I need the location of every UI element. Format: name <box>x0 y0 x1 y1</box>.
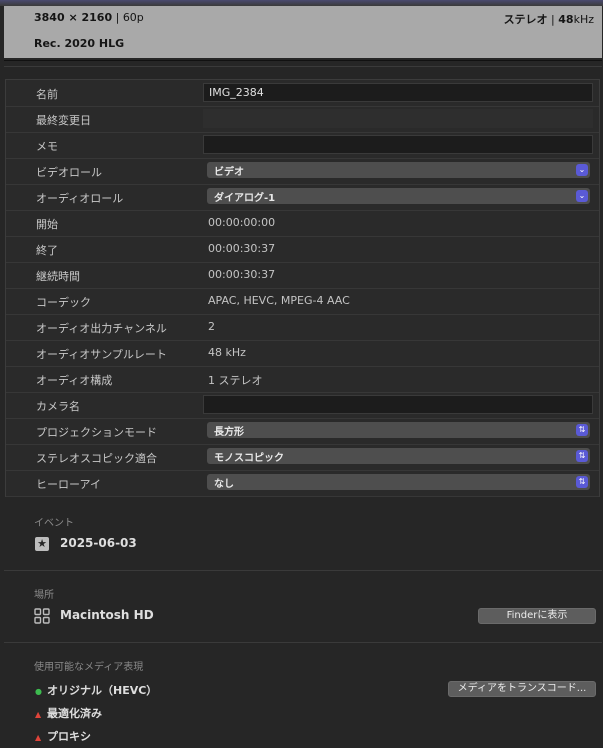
property-row: 最終変更日 <box>6 106 599 133</box>
sample-rate-unit: kHz <box>573 13 594 26</box>
property-value: 00:00:00:00 <box>208 216 276 229</box>
property-value: 48 kHz <box>208 346 246 359</box>
property-row: 開始 00:00:00:00 <box>6 210 599 237</box>
popup-chevron-icon: ⇅ <box>576 476 588 488</box>
sample-rate-number: 48 <box>558 13 574 26</box>
event-date: 2025-06-03 <box>60 536 137 550</box>
property-label: ステレオスコピック適合 <box>36 452 157 465</box>
property-label: ビデオロール <box>36 166 102 179</box>
color-space: Rec. 2020 HLG <box>34 37 125 50</box>
property-value: 00:00:30:37 <box>208 268 276 281</box>
property-text-field[interactable] <box>203 395 593 414</box>
properties-table: 名前 IMG_2384 最終変更日メモビデオロール ビデオ ⌄ オーディオロール ダイアログ… <box>5 79 600 497</box>
property-row: コーデック APAC, HEVC, MPEG-4 AAC <box>6 288 599 315</box>
popup-chevron-icon: ⌄ <box>576 190 588 202</box>
popup-chevron-icon: ⇅ <box>576 424 588 436</box>
frame-rate: 60p <box>122 11 144 24</box>
media-item: ▲ プロキシ <box>35 728 91 744</box>
property-popup-menu[interactable]: 長方形 ⇅ <box>207 422 590 438</box>
volume-name: Macintosh HD <box>60 608 154 622</box>
property-label: オーディオ構成 <box>36 374 113 387</box>
popup-value: モノスコピック <box>214 453 284 464</box>
property-row: オーディオ出力チャンネル 2 <box>6 314 599 341</box>
popup-value: ダイアログ-1 <box>214 193 276 204</box>
property-label: 終了 <box>36 244 58 257</box>
audio-readout: ステレオ | 48kHz <box>503 13 594 26</box>
property-label: オーディオサンプルレート <box>36 348 167 361</box>
property-row: ステレオスコピック適合 モノスコピック ⇅ <box>6 444 599 471</box>
popup-chevron-icon: ⇅ <box>576 450 588 462</box>
property-row: 名前 IMG_2384 <box>6 80 599 107</box>
property-label: オーディオ出力チャンネル <box>36 322 167 335</box>
property-value: APAC, HEVC, MPEG-4 AAC <box>208 294 350 307</box>
clip-summary-header: 3840 × 2160 | 60p ステレオ | 48kHz Rec. 2020… <box>4 6 602 58</box>
property-popup-menu[interactable]: モノスコピック ⇅ <box>207 448 590 464</box>
warning-triangle-icon: ▲ <box>35 733 42 742</box>
media-section-label: 使用可能なメディア表現 <box>34 662 144 673</box>
media-item-label: 最適化済み <box>47 707 102 720</box>
property-popup-menu[interactable]: ビデオ ⌄ <box>207 162 590 178</box>
property-row: オーディオ構成 1 ステレオ <box>6 366 599 393</box>
property-text-field <box>203 109 593 128</box>
popup-value: 長方形 <box>214 427 244 438</box>
section-divider <box>4 642 602 643</box>
event-section-label: イベント <box>34 518 74 529</box>
property-value: 1 ステレオ <box>208 374 263 387</box>
property-label: コーデック <box>36 296 91 309</box>
property-row: カメラ名 <box>6 392 599 419</box>
media-item: ▲ 最適化済み <box>35 705 102 721</box>
divider <box>4 60 602 61</box>
popup-value: なし <box>214 479 234 490</box>
property-value: 00:00:30:37 <box>208 242 276 255</box>
property-label: プロジェクションモード <box>36 426 157 439</box>
popup-chevron-icon: ⌄ <box>576 164 588 176</box>
audio-channels: ステレオ <box>503 13 548 26</box>
property-row: メモ <box>6 132 599 159</box>
property-label: 継続時間 <box>36 270 80 283</box>
property-label: オーディオロール <box>36 192 124 205</box>
warning-triangle-icon: ▲ <box>35 710 42 719</box>
property-row: オーディオロール ダイアログ-1 ⌄ <box>6 184 599 211</box>
available-dot-icon: ● <box>35 687 42 696</box>
section-divider <box>4 570 602 571</box>
property-row: 継続時間 00:00:30:37 <box>6 262 599 289</box>
property-text-field[interactable] <box>203 135 593 154</box>
media-item-label: オリジナル（HEVC） <box>47 684 158 697</box>
property-popup-menu[interactable]: なし ⇅ <box>207 474 590 490</box>
property-popup-menu[interactable]: ダイアログ-1 ⌄ <box>207 188 590 204</box>
property-label: ヒーローアイ <box>36 478 102 491</box>
property-label: 開始 <box>36 218 58 231</box>
property-value: 2 <box>208 320 215 333</box>
media-item-label: プロキシ <box>47 730 91 743</box>
property-row: プロジェクションモード 長方形 ⇅ <box>6 418 599 445</box>
drive-grid-icon <box>34 608 50 624</box>
property-label: 最終変更日 <box>36 114 91 127</box>
property-row: オーディオサンプルレート 48 kHz <box>6 340 599 367</box>
star-icon: ★ <box>35 537 49 551</box>
property-row: ヒーローアイ なし ⇅ <box>6 470 599 497</box>
location-section-label: 場所 <box>34 590 54 601</box>
property-label: カメラ名 <box>36 400 80 413</box>
property-label: メモ <box>36 140 58 153</box>
property-text-field[interactable]: IMG_2384 <box>203 83 593 102</box>
popup-value: ビデオ <box>214 167 244 178</box>
divider <box>4 66 602 67</box>
show-in-finder-button[interactable]: Finderに表示 <box>478 608 596 624</box>
property-label: 名前 <box>36 88 58 101</box>
media-item: ● オリジナル（HEVC） <box>35 682 157 698</box>
format-readout: 3840 × 2160 | 60p <box>34 11 144 24</box>
property-row: ビデオロール ビデオ ⌄ <box>6 158 599 185</box>
property-row: 終了 00:00:30:37 <box>6 236 599 263</box>
resolution: 3840 × 2160 <box>34 11 113 24</box>
transcode-media-button[interactable]: メディアをトランスコード... <box>448 681 596 697</box>
